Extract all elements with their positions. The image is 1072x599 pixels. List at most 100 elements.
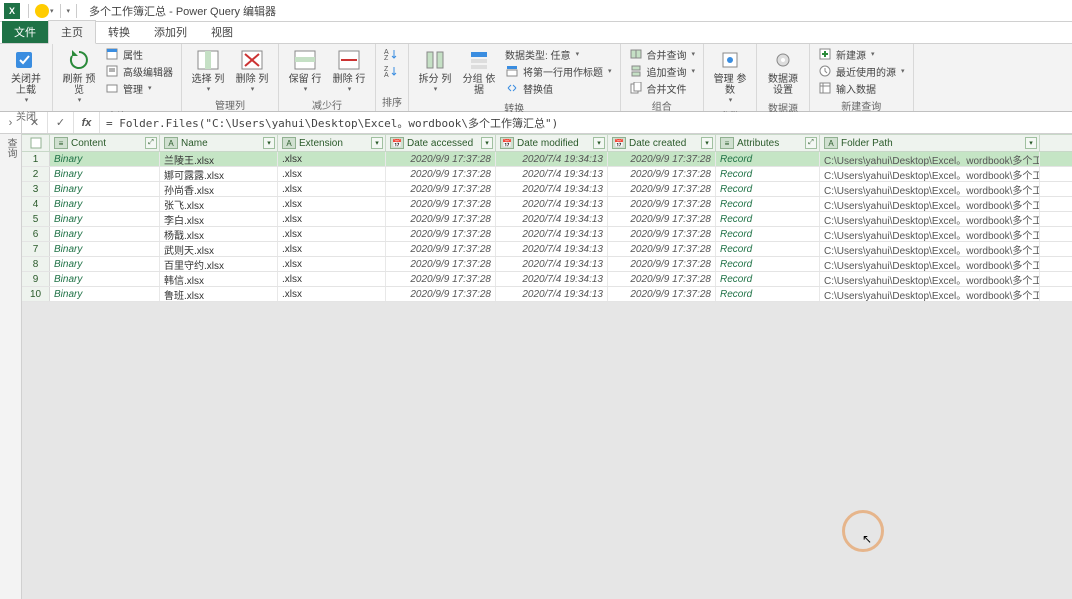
cell-extension[interactable]: .xlsx xyxy=(278,197,386,211)
remove-rows-button[interactable]: 删除 行▾ xyxy=(329,46,369,95)
select-columns-button[interactable]: 选择 列▾ xyxy=(188,46,228,95)
cell-date-created[interactable]: 2020/9/9 17:37:28 xyxy=(608,242,716,256)
cell-date-modified[interactable]: 2020/7/4 19:34:13 xyxy=(496,182,608,196)
refresh-preview-button[interactable]: 刷新 预览 ▾ xyxy=(59,46,99,106)
group-by-button[interactable]: 分组 依据 xyxy=(459,46,499,98)
remove-columns-button[interactable]: 删除 列▾ xyxy=(232,46,272,95)
cell-folder-path[interactable]: C:\Users\yahui\Desktop\Excel。wordbook\多个… xyxy=(820,242,1040,256)
cell-date-accessed[interactable]: 2020/9/9 17:37:28 xyxy=(386,197,496,211)
cell-folder-path[interactable]: C:\Users\yahui\Desktop\Excel。wordbook\多个… xyxy=(820,182,1040,196)
merge-queries-button[interactable]: 合并查询▾ xyxy=(627,46,698,62)
manage-button[interactable]: 管理▾ xyxy=(103,80,175,96)
cell-date-modified[interactable]: 2020/7/4 19:34:13 xyxy=(496,272,608,286)
col-date-accessed[interactable]: 📅Date accessed▾ xyxy=(386,135,496,151)
cell-attributes[interactable]: Record xyxy=(716,152,820,166)
cell-date-accessed[interactable]: 2020/9/9 17:37:28 xyxy=(386,242,496,256)
cell-content[interactable]: Binary xyxy=(50,197,160,211)
cell-date-modified[interactable]: 2020/7/4 19:34:13 xyxy=(496,257,608,271)
cell-extension[interactable]: .xlsx xyxy=(278,152,386,166)
cell-name[interactable]: 娜可露露.xlsx xyxy=(160,167,278,181)
cell-content[interactable]: Binary xyxy=(50,227,160,241)
cell-folder-path[interactable]: C:\Users\yahui\Desktop\Excel。wordbook\多个… xyxy=(820,227,1040,241)
expand-icon[interactable]: ⤢ xyxy=(805,137,817,149)
cell-date-created[interactable]: 2020/9/9 17:37:28 xyxy=(608,152,716,166)
merge-files-button[interactable]: 合并文件 xyxy=(627,80,698,96)
col-date-created[interactable]: 📅Date created▾ xyxy=(608,135,716,151)
table-row[interactable]: 1Binary兰陵王.xlsx.xlsx2020/9/9 17:37:28202… xyxy=(22,152,1072,167)
cell-date-modified[interactable]: 2020/7/4 19:34:13 xyxy=(496,197,608,211)
cell-date-created[interactable]: 2020/9/9 17:37:28 xyxy=(608,272,716,286)
split-column-button[interactable]: 拆分 列▾ xyxy=(415,46,455,95)
append-queries-button[interactable]: 追加查询▾ xyxy=(627,63,698,79)
expand-nav-button[interactable]: › xyxy=(0,112,22,133)
cell-extension[interactable]: .xlsx xyxy=(278,257,386,271)
table-row[interactable]: 6Binary杨戬.xlsx.xlsx2020/9/9 17:37:282020… xyxy=(22,227,1072,242)
queries-pane-collapsed[interactable]: 查询 xyxy=(0,134,22,599)
recent-sources-button[interactable]: 最近使用的源▾ xyxy=(816,63,907,79)
cell-name[interactable]: 张飞.xlsx xyxy=(160,197,278,211)
cell-folder-path[interactable]: C:\Users\yahui\Desktop\Excel。wordbook\多个… xyxy=(820,152,1040,166)
enter-data-button[interactable]: 输入数据 xyxy=(816,80,907,96)
datasource-settings-button[interactable]: 数据源 设置 xyxy=(763,46,803,98)
cell-name[interactable]: 兰陵王.xlsx xyxy=(160,152,278,166)
cell-extension[interactable]: .xlsx xyxy=(278,272,386,286)
advanced-editor-button[interactable]: 高级编辑器 xyxy=(103,63,175,79)
col-name[interactable]: AName▾ xyxy=(160,135,278,151)
cell-name[interactable]: 杨戬.xlsx xyxy=(160,227,278,241)
cell-date-accessed[interactable]: 2020/9/9 17:37:28 xyxy=(386,272,496,286)
cell-date-accessed[interactable]: 2020/9/9 17:37:28 xyxy=(386,182,496,196)
close-and-load-button[interactable]: 关闭并 上载 ▾ xyxy=(6,46,46,106)
col-attributes[interactable]: ≡Attributes⤢ xyxy=(716,135,820,151)
cell-date-created[interactable]: 2020/9/9 17:37:28 xyxy=(608,212,716,226)
cell-name[interactable]: 李白.xlsx xyxy=(160,212,278,226)
tab-file[interactable]: 文件 xyxy=(2,21,48,43)
qat-autosave[interactable]: ▾ xyxy=(35,4,54,18)
cell-name[interactable]: 武则天.xlsx xyxy=(160,242,278,256)
cell-name[interactable]: 鲁班.xlsx xyxy=(160,287,278,301)
cell-folder-path[interactable]: C:\Users\yahui\Desktop\Excel。wordbook\多个… xyxy=(820,287,1040,301)
cell-content[interactable]: Binary xyxy=(50,272,160,286)
table-row[interactable]: 5Binary李白.xlsx.xlsx2020/9/9 17:37:282020… xyxy=(22,212,1072,227)
cell-content[interactable]: Binary xyxy=(50,287,160,301)
cell-date-created[interactable]: 2020/9/9 17:37:28 xyxy=(608,257,716,271)
col-extension[interactable]: AExtension▾ xyxy=(278,135,386,151)
cell-date-modified[interactable]: 2020/7/4 19:34:13 xyxy=(496,212,608,226)
expand-icon[interactable]: ⤢ xyxy=(145,137,157,149)
cell-date-accessed[interactable]: 2020/9/9 17:37:28 xyxy=(386,257,496,271)
filter-icon[interactable]: ▾ xyxy=(481,137,493,149)
cell-folder-path[interactable]: C:\Users\yahui\Desktop\Excel。wordbook\多个… xyxy=(820,272,1040,286)
cell-attributes[interactable]: Record xyxy=(716,212,820,226)
cell-content[interactable]: Binary xyxy=(50,212,160,226)
cell-folder-path[interactable]: C:\Users\yahui\Desktop\Excel。wordbook\多个… xyxy=(820,167,1040,181)
cell-folder-path[interactable]: C:\Users\yahui\Desktop\Excel。wordbook\多个… xyxy=(820,212,1040,226)
cell-date-accessed[interactable]: 2020/9/9 17:37:28 xyxy=(386,167,496,181)
table-row[interactable]: 3Binary孙尚香.xlsx.xlsx2020/9/9 17:37:28202… xyxy=(22,182,1072,197)
cell-content[interactable]: Binary xyxy=(50,167,160,181)
replace-values-button[interactable]: 替换值 xyxy=(503,80,614,96)
cell-attributes[interactable]: Record xyxy=(716,227,820,241)
filter-icon[interactable]: ▾ xyxy=(593,137,605,149)
cell-extension[interactable]: .xlsx xyxy=(278,227,386,241)
cell-attributes[interactable]: Record xyxy=(716,182,820,196)
cell-name[interactable]: 孙尚香.xlsx xyxy=(160,182,278,196)
data-type-button[interactable]: 数据类型: 任意▾ xyxy=(503,46,614,62)
filter-icon[interactable]: ▾ xyxy=(1025,137,1037,149)
cell-extension[interactable]: .xlsx xyxy=(278,182,386,196)
cell-attributes[interactable]: Record xyxy=(716,197,820,211)
cell-folder-path[interactable]: C:\Users\yahui\Desktop\Excel。wordbook\多个… xyxy=(820,197,1040,211)
cell-date-created[interactable]: 2020/9/9 17:37:28 xyxy=(608,167,716,181)
properties-button[interactable]: 属性 xyxy=(103,46,175,62)
cell-attributes[interactable]: Record xyxy=(716,257,820,271)
cell-content[interactable]: Binary xyxy=(50,257,160,271)
filter-icon[interactable]: ▾ xyxy=(371,137,383,149)
cell-extension[interactable]: .xlsx xyxy=(278,242,386,256)
formula-input[interactable] xyxy=(100,112,1072,133)
cell-date-created[interactable]: 2020/9/9 17:37:28 xyxy=(608,197,716,211)
select-all-button[interactable] xyxy=(22,135,50,151)
tab-view[interactable]: 视图 xyxy=(199,21,245,43)
cell-extension[interactable]: .xlsx xyxy=(278,287,386,301)
qat-customize[interactable]: ▾ xyxy=(67,7,71,15)
cell-attributes[interactable]: Record xyxy=(716,242,820,256)
tab-transform[interactable]: 转换 xyxy=(96,21,142,43)
cell-attributes[interactable]: Record xyxy=(716,272,820,286)
